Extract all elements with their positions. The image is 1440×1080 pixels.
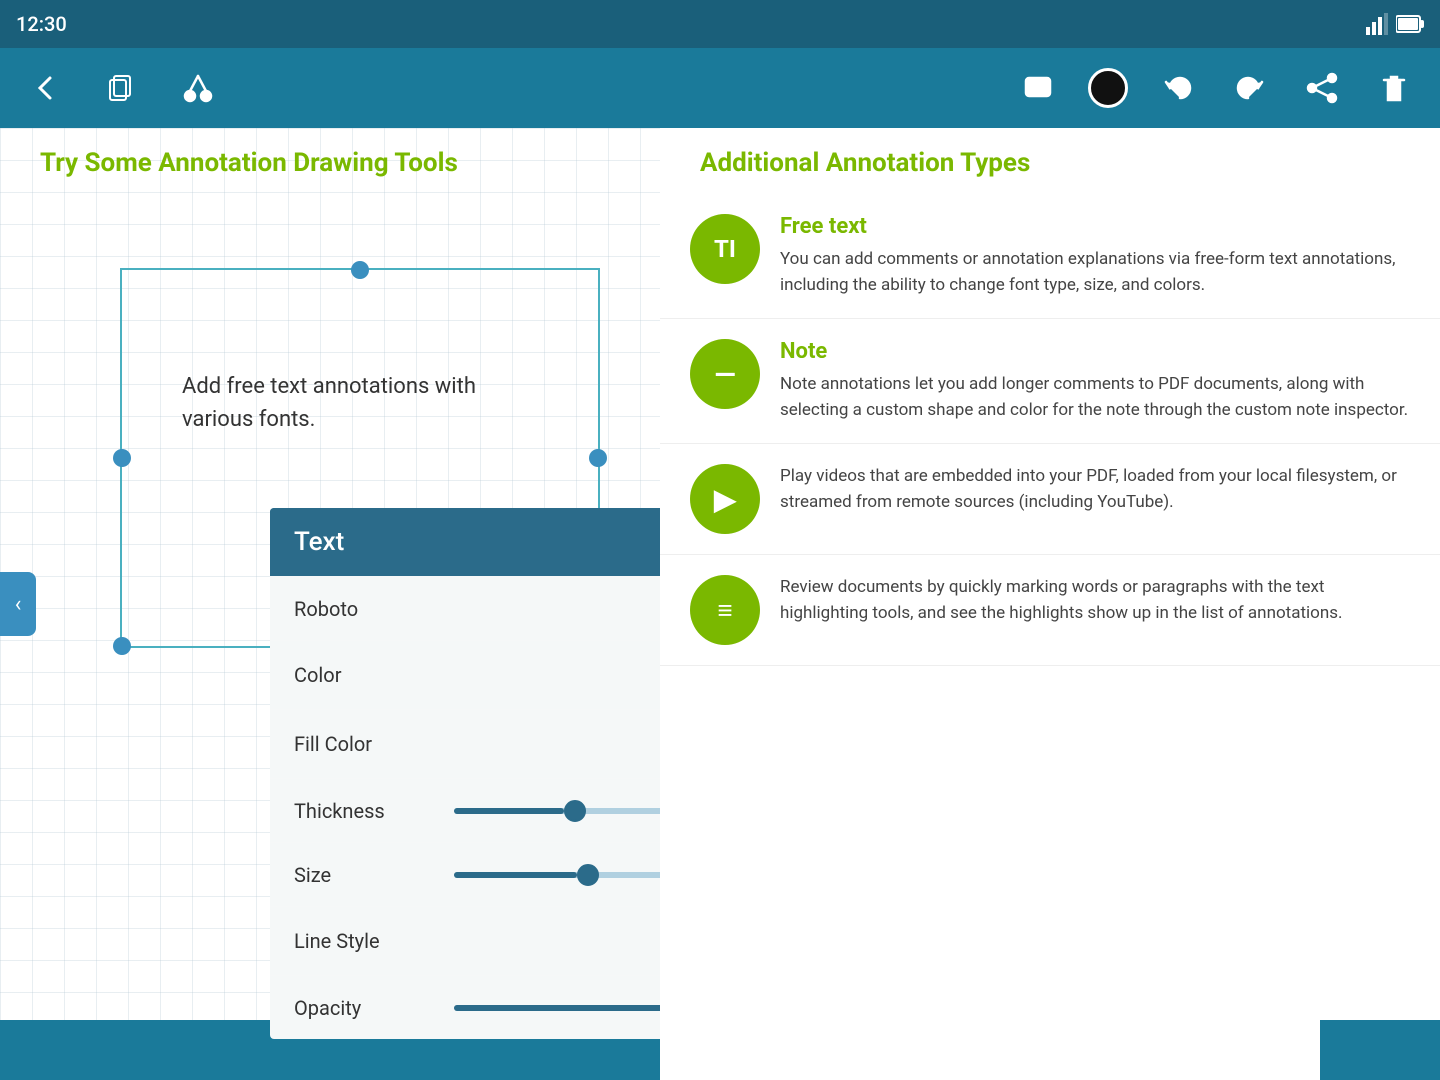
free-text-info: Free text You can add comments or annota… xyxy=(780,214,1410,298)
note-icon-label: — xyxy=(714,358,735,391)
size-slider-fill xyxy=(454,872,577,878)
right-panel-title: Additional Annotation Types xyxy=(660,128,1440,194)
opacity-slider-fill xyxy=(454,1005,660,1011)
line-style-row[interactable]: Line Style ⊘ xyxy=(270,906,660,975)
fill-color-label: Fill Color xyxy=(294,732,454,756)
left-panel-title: Try Some Annotation Drawing Tools xyxy=(0,128,660,194)
note-name: Note xyxy=(780,339,1410,364)
signal-icon xyxy=(1366,13,1388,35)
opacity-label: Opacity xyxy=(294,996,454,1020)
free-text-desc: You can add comments or annotation expla… xyxy=(780,247,1410,298)
thickness-value: 10 pt xyxy=(454,799,660,823)
size-value: 21 pt xyxy=(454,863,660,887)
thickness-slider-thumb[interactable] xyxy=(564,800,586,822)
annotation-type-video: ▶ Play videos that are embedded into you… xyxy=(660,444,1440,555)
video-desc: Play videos that are embedded into your … xyxy=(780,464,1410,515)
thickness-label: Thickness xyxy=(294,799,454,823)
annotation-type-free-text: TI Free text You can add comments or ann… xyxy=(660,194,1440,319)
toolbar-right xyxy=(1016,66,1416,110)
free-text-icon: TI xyxy=(690,214,760,284)
highlight-icon: ≡ xyxy=(690,575,760,645)
left-panel: Try Some Annotation Drawing Tools Add fr… xyxy=(0,128,660,1080)
note-desc: Note annotations let you add longer comm… xyxy=(780,372,1410,423)
opacity-value: 100 % xyxy=(454,996,660,1020)
thickness-slider-track[interactable] xyxy=(454,808,660,814)
font-value: › xyxy=(454,597,660,621)
color-button[interactable] xyxy=(1088,68,1128,108)
opacity-row[interactable]: Opacity 100 % xyxy=(270,975,660,1039)
toolbar-left xyxy=(24,66,220,110)
handle-mid-left[interactable] xyxy=(113,637,131,655)
highlight-desc: Review documents by quickly marking word… xyxy=(780,575,1410,626)
size-label: Size xyxy=(294,863,454,887)
cut-button[interactable] xyxy=(176,66,220,110)
line-style-label: Line Style xyxy=(294,929,454,953)
fill-color-value: › xyxy=(454,728,660,760)
opacity-slider-track[interactable] xyxy=(454,1005,660,1011)
color-row[interactable]: Color › xyxy=(270,640,660,709)
handle-top-mid[interactable] xyxy=(351,261,369,279)
toolbar xyxy=(0,48,1440,128)
thickness-row[interactable]: Thickness 10 pt xyxy=(270,778,660,842)
undo-button[interactable] xyxy=(1156,66,1200,110)
annotation-type-note: — Note Note annotations let you add long… xyxy=(660,319,1440,444)
annotation-type-highlight: ≡ Review documents by quickly marking wo… xyxy=(660,555,1440,666)
color-value: › xyxy=(454,659,660,691)
opacity-slider-container xyxy=(454,1005,660,1011)
note-info: Note Note annotations let you add longer… xyxy=(780,339,1410,423)
battery-icon xyxy=(1396,13,1424,35)
free-text-icon-label: TI xyxy=(714,235,736,263)
video-icon: ▶ xyxy=(690,464,760,534)
size-slider-thumb[interactable] xyxy=(577,864,599,886)
back-button[interactable] xyxy=(24,66,68,110)
bottom-bar-right xyxy=(1320,1020,1440,1080)
size-slider-track[interactable] xyxy=(454,872,660,878)
right-panel: Additional Annotation Types TI Free text… xyxy=(660,128,1440,1080)
handle-top-left[interactable] xyxy=(113,449,131,467)
annotation-text: Add free text annotations with various f… xyxy=(182,370,522,436)
status-bar: 12:30 xyxy=(0,0,1440,48)
font-row[interactable]: Roboto › xyxy=(270,576,660,640)
handle-top-right[interactable] xyxy=(589,449,607,467)
fill-color-row[interactable]: Fill Color › xyxy=(270,709,660,778)
video-info: Play videos that are embedded into your … xyxy=(780,464,1410,515)
video-icon-label: ▶ xyxy=(714,483,736,516)
share-button[interactable] xyxy=(1300,66,1344,110)
note-icon: — xyxy=(690,339,760,409)
highlight-icon-label: ≡ xyxy=(717,595,732,626)
color-label: Color xyxy=(294,663,454,687)
sidebar-collapse-button[interactable]: ‹ xyxy=(0,572,36,636)
font-label: Roboto xyxy=(294,597,454,621)
status-icons xyxy=(1366,13,1424,35)
delete-button[interactable] xyxy=(1372,66,1416,110)
comment-button[interactable] xyxy=(1016,66,1060,110)
highlight-info: Review documents by quickly marking word… xyxy=(780,575,1410,626)
status-time: 12:30 xyxy=(16,12,67,36)
thickness-slider-fill xyxy=(454,808,564,814)
text-properties-panel: Text ✕ Roboto › Color › Fill Color xyxy=(270,508,660,1039)
thickness-slider-container xyxy=(454,808,660,814)
main-content: Try Some Annotation Drawing Tools Add fr… xyxy=(0,128,1440,1080)
copy-button[interactable] xyxy=(100,66,144,110)
size-slider-container xyxy=(454,872,660,878)
free-text-name: Free text xyxy=(780,214,1410,239)
text-panel-header: Text ✕ xyxy=(270,508,660,576)
text-panel-title: Text xyxy=(294,527,344,557)
redo-button[interactable] xyxy=(1228,66,1272,110)
size-row[interactable]: Size 21 pt xyxy=(270,842,660,906)
line-style-value: ⊘ xyxy=(454,925,660,957)
